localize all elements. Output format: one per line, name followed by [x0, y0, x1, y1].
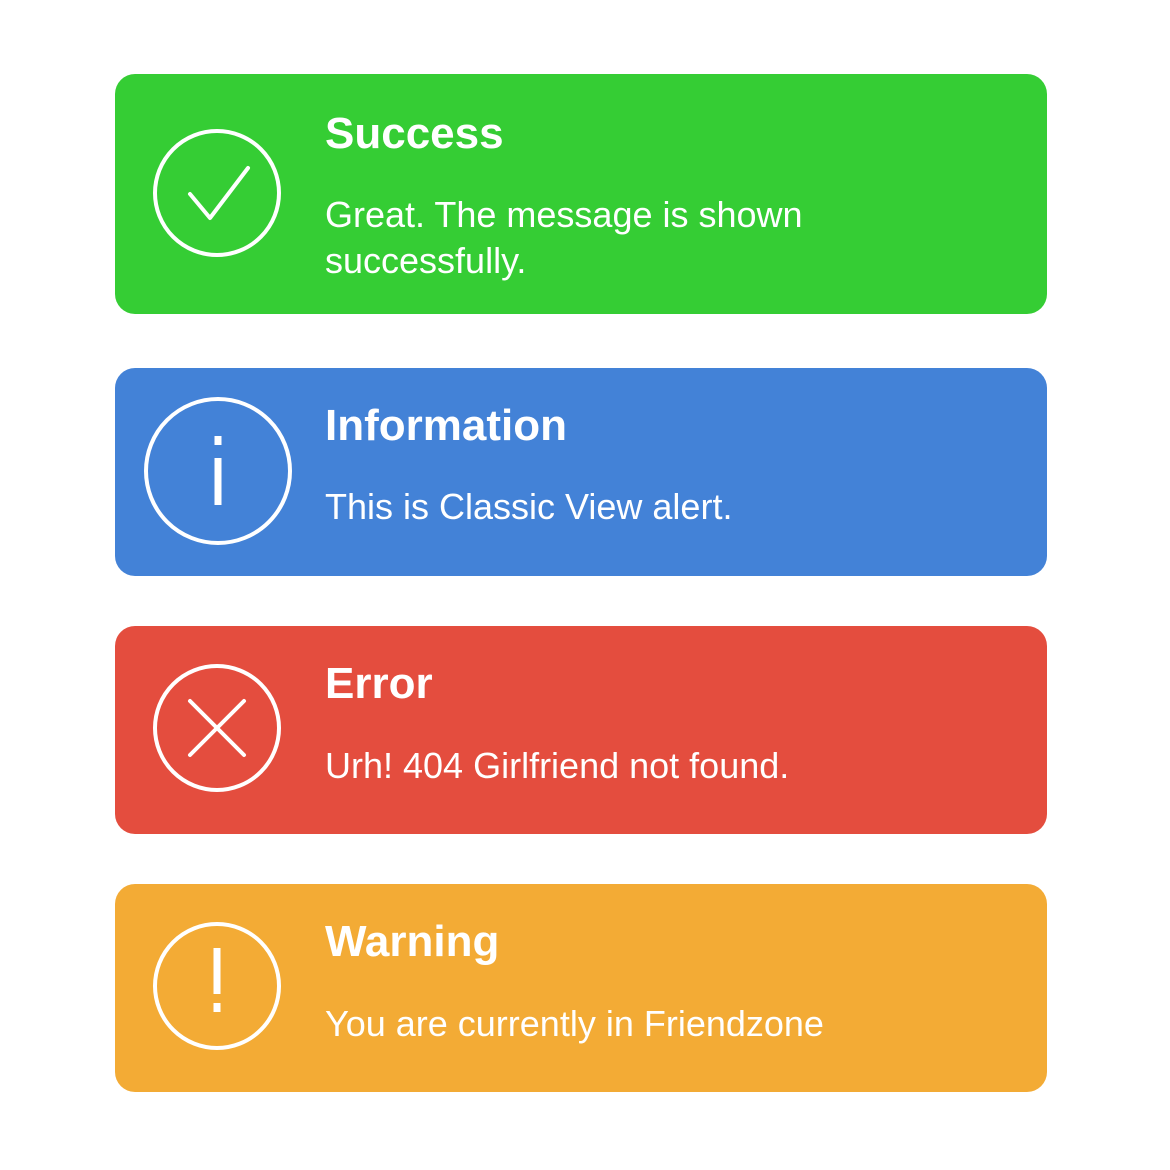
alert-title: Information	[325, 401, 567, 450]
checkmark-circle-icon	[152, 128, 282, 258]
exclamation-circle-icon	[152, 921, 282, 1051]
alert-title: Error	[325, 659, 433, 708]
success-alert[interactable]: Success Great. The message is shown succ…	[115, 74, 1047, 314]
information-alert[interactable]: Information This is Classic View alert.	[115, 368, 1047, 576]
alert-message: Urh! 404 Girlfriend not found.	[325, 745, 790, 786]
alert-message: This is Classic View alert.	[325, 486, 733, 527]
warning-alert[interactable]: Warning You are currently in Friendzone	[115, 884, 1047, 1092]
alert-message: Great. The message is shown successfully…	[325, 194, 803, 281]
alert-title: Warning	[325, 917, 500, 966]
error-alert[interactable]: Error Urh! 404 Girlfriend not found.	[115, 626, 1047, 834]
alert-title: Success	[325, 109, 504, 158]
x-circle-icon	[152, 663, 282, 793]
info-circle-icon	[143, 396, 293, 546]
alert-message: You are currently in Friendzone	[325, 1003, 824, 1044]
